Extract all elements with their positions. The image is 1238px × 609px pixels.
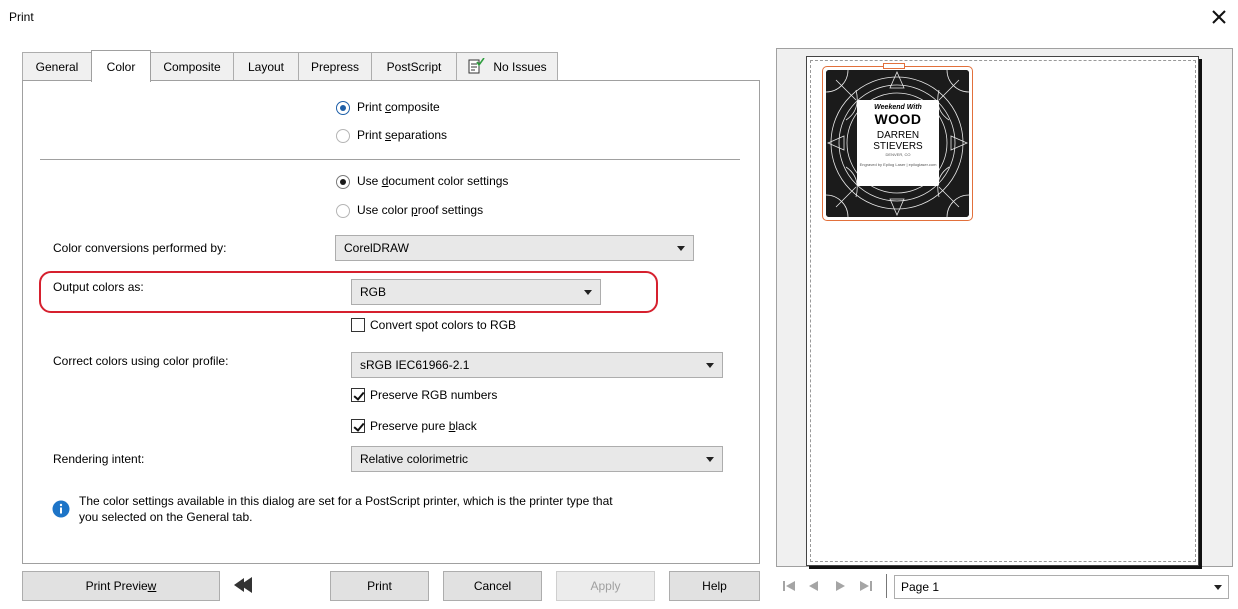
tab-label: Layout	[247, 59, 285, 74]
print-button[interactable]: Print	[330, 571, 429, 601]
output-colors-value: RGB	[360, 285, 387, 299]
print-composite-radio[interactable]	[336, 101, 350, 115]
title-bar: Print	[0, 0, 1238, 34]
previous-page-icon	[809, 581, 818, 591]
rendering-intent-label: Rendering intent:	[53, 452, 145, 466]
use-proof-settings-label: Use color proof settings	[357, 203, 484, 217]
color-profile-label: Correct colors using color profile:	[53, 354, 229, 368]
conversions-label: Color conversions performed by:	[53, 241, 227, 255]
artwork-text: Engraved by Epilog Laser | epiloglaser.c…	[859, 162, 937, 167]
first-page-icon	[783, 581, 795, 591]
artwork-text: DARREN	[876, 130, 920, 141]
next-page-button[interactable]	[833, 577, 849, 595]
page-select[interactable]: Page 1	[894, 575, 1229, 599]
issues-check-icon	[468, 57, 485, 73]
artwork-label: Weekend With WOOD DARREN STIEVERS DENVER…	[857, 100, 939, 186]
rendering-intent-value: Relative colorimetric	[360, 452, 469, 466]
info-text-line2: you selected on the General tab.	[79, 510, 253, 524]
collapse-preview-icon	[234, 577, 252, 593]
output-colors-select[interactable]: RGB	[351, 279, 601, 305]
tab-label: Color	[106, 59, 136, 74]
artwork-text: STIEVERS	[873, 141, 923, 152]
close-icon	[1212, 10, 1226, 24]
tab-label: Composite	[163, 59, 221, 74]
print-preview-label: Print Preview	[85, 579, 157, 593]
info-text-line1: The color settings available in this dia…	[79, 494, 613, 508]
convert-spot-label: Convert spot colors to RGB	[370, 318, 517, 332]
next-page-icon	[836, 581, 845, 591]
print-label: Print	[367, 579, 392, 593]
chevron-down-icon	[584, 290, 592, 295]
preserve-rgb-label: Preserve RGB numbers	[370, 388, 498, 402]
cancel-label: Cancel	[473, 579, 512, 593]
artwork-text: DENVER, CO	[885, 152, 911, 157]
collapse-preview-button[interactable]	[232, 576, 254, 594]
color-profile-select[interactable]: sRGB IEC61966-2.1	[351, 352, 723, 378]
apply-label: Apply	[590, 579, 621, 593]
preserve-black-checkbox[interactable]	[351, 419, 365, 433]
tab-layout[interactable]: Layout	[233, 52, 299, 80]
use-proof-settings-radio[interactable]	[336, 204, 350, 218]
tab-postscript[interactable]: PostScript	[371, 52, 457, 80]
first-page-button[interactable]	[781, 577, 797, 595]
preserve-black-label: Preserve pure black	[370, 419, 477, 433]
tab-label: No Issues	[493, 59, 547, 74]
output-colors-label: Output colors as:	[53, 280, 144, 294]
chevron-down-icon	[706, 457, 714, 462]
tab-issues[interactable]: No Issues	[456, 52, 558, 80]
print-preview-button[interactable]: Print Preview	[22, 571, 220, 601]
tab-composite[interactable]: Composite	[150, 52, 234, 80]
print-composite-label: Print composite	[357, 100, 440, 114]
last-page-icon	[860, 581, 872, 591]
page-select-value: Page 1	[901, 580, 940, 594]
tab-prepress[interactable]: Prepress	[298, 52, 372, 80]
convert-spot-checkbox[interactable]	[351, 318, 365, 332]
preserve-rgb-checkbox[interactable]	[351, 388, 365, 402]
help-button[interactable]: Help	[669, 571, 760, 601]
use-document-settings-radio[interactable]	[336, 175, 350, 189]
artwork-text: WOOD	[874, 111, 922, 127]
color-profile-value: sRGB IEC61966-2.1	[360, 358, 470, 372]
divider	[40, 159, 740, 160]
cancel-button[interactable]: Cancel	[443, 571, 542, 601]
conversions-value: CorelDRAW	[344, 241, 409, 255]
nav-divider	[886, 574, 887, 598]
artwork-tab	[883, 63, 905, 69]
use-document-settings-label: Use document color settings	[357, 174, 509, 188]
tab-label: General	[35, 59, 79, 74]
apply-button[interactable]: Apply	[556, 571, 655, 601]
chevron-down-icon	[677, 246, 685, 251]
tab-general[interactable]: General	[22, 52, 92, 80]
chevron-down-icon	[706, 363, 714, 368]
previous-page-button[interactable]	[805, 577, 821, 595]
close-button[interactable]	[1206, 4, 1232, 30]
window-title: Print	[9, 10, 34, 24]
print-separations-radio[interactable]	[336, 129, 350, 143]
print-separations-label: Print separations	[357, 128, 448, 142]
tab-color[interactable]: Color	[91, 50, 151, 82]
chevron-down-icon	[1214, 585, 1222, 590]
rendering-intent-select[interactable]: Relative colorimetric	[351, 446, 723, 472]
last-page-button[interactable]	[858, 577, 874, 595]
info-icon	[52, 500, 70, 518]
tab-label: PostScript	[386, 59, 442, 74]
tab-label: Prepress	[310, 59, 360, 74]
help-label: Help	[702, 579, 727, 593]
conversions-select[interactable]: CorelDRAW	[335, 235, 694, 261]
